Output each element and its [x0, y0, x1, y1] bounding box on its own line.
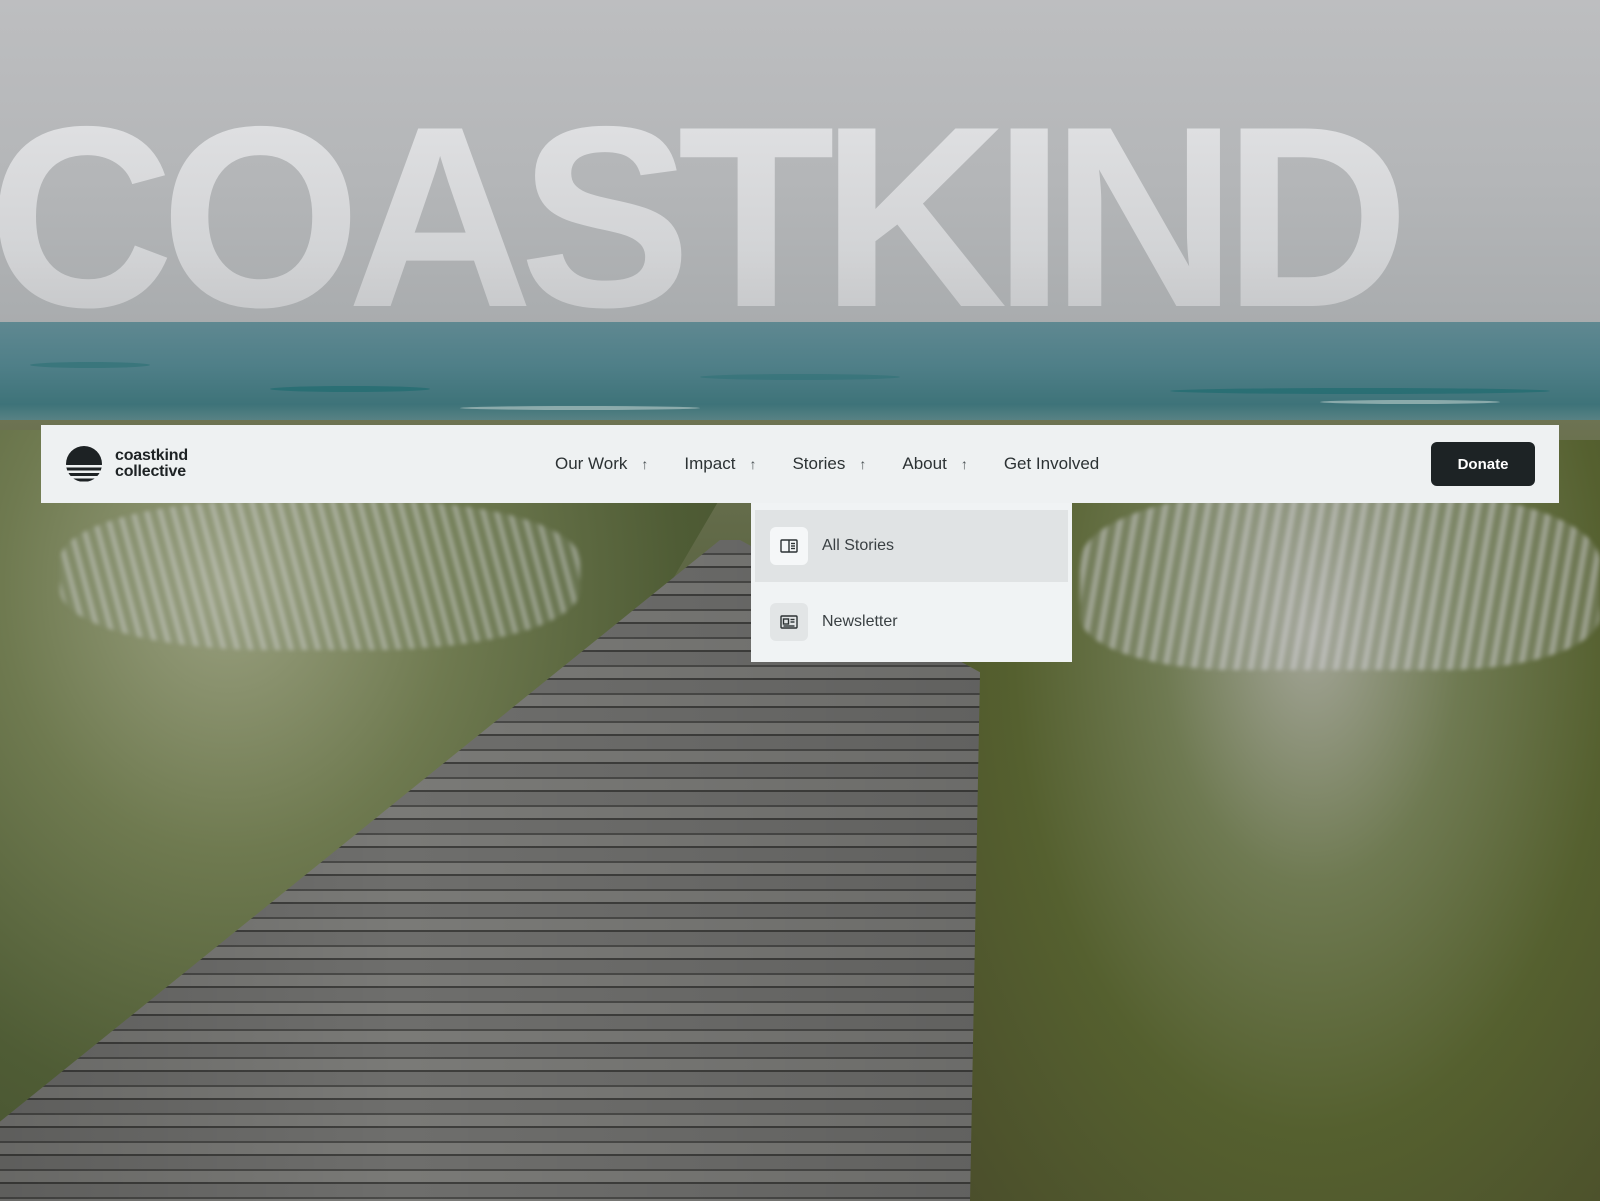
nav-item-about[interactable]: About ↑ — [884, 425, 985, 503]
sunset-logo-icon — [66, 446, 102, 482]
nav-item-label: Stories — [792, 454, 846, 473]
brand-logo-link[interactable]: coastkind collective — [65, 445, 485, 483]
book-open-icon — [770, 527, 808, 565]
main-navbar: coastkind collective Our Work ↑ Impact ↑… — [41, 425, 1559, 503]
sea — [0, 322, 1600, 432]
donate-button[interactable]: Donate — [1431, 442, 1535, 486]
wildflowers-left — [60, 500, 580, 650]
nav-item-label: Get Involved — [1003, 454, 1100, 473]
newspaper-icon — [770, 603, 808, 641]
dropdown-item-label: All Stories — [822, 537, 895, 554]
dropdown-item-label: Newsletter — [822, 613, 898, 630]
arrow-up-icon: ↑ — [641, 456, 649, 472]
hero-title: COASTKIND — [0, 88, 1600, 323]
nav-item-label: Our Work — [555, 454, 628, 473]
stories-dropdown: All Stories Newsletter — [751, 503, 1072, 662]
nav-item-label: Impact — [684, 454, 736, 473]
dropdown-item-all-stories[interactable]: All Stories — [755, 510, 1068, 582]
brand-line-2: collective — [115, 463, 186, 480]
nav-menu: Our Work ↑ Impact ↑ Stories ↑ About ↑ Ge… — [537, 425, 1117, 503]
brand-name: coastkind collective — [115, 448, 188, 480]
arrow-up-icon: ↑ — [749, 456, 757, 472]
nav-item-stories[interactable]: Stories ↑ — [774, 425, 884, 503]
nav-item-label: About — [902, 454, 947, 473]
nav-item-get-involved[interactable]: Get Involved — [986, 425, 1117, 503]
dropdown-item-newsletter[interactable]: Newsletter — [755, 586, 1068, 658]
nav-item-impact[interactable]: Impact ↑ — [666, 425, 774, 503]
arrow-up-icon: ↑ — [960, 456, 968, 472]
wildflowers-right — [1080, 490, 1600, 670]
nav-item-our-work[interactable]: Our Work ↑ — [537, 425, 666, 503]
brand-line-1: coastkind — [115, 447, 188, 464]
arrow-up-icon: ↑ — [859, 456, 867, 472]
